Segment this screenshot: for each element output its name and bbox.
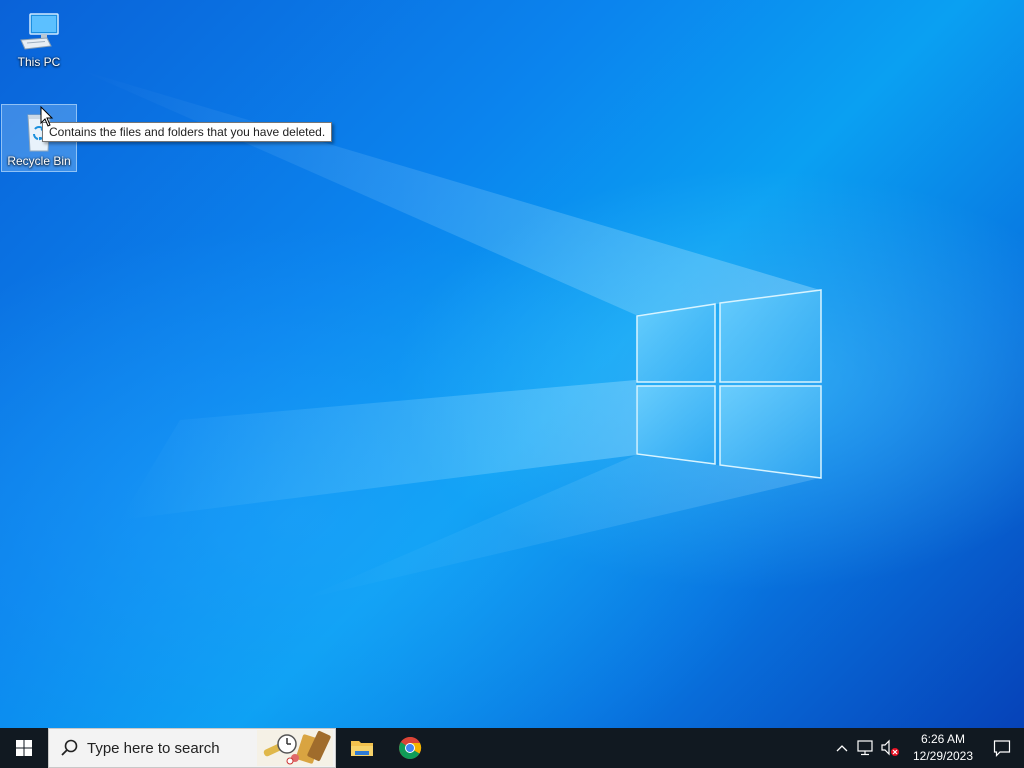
show-hidden-icons-button[interactable]: [830, 728, 854, 768]
network-icon: [857, 740, 873, 756]
start-button[interactable]: [0, 728, 48, 768]
taskbar: Type here to search 6:26 AM 12/29/2023: [0, 728, 1024, 768]
tooltip: Contains the files and folders that you …: [42, 122, 333, 142]
search-box[interactable]: Type here to search: [48, 728, 336, 768]
action-center-button[interactable]: [980, 728, 1024, 768]
computer-icon: [20, 13, 59, 50]
notification-icon: [993, 740, 1011, 757]
volume-muted-icon: [881, 739, 899, 756]
search-highlight-icon[interactable]: [257, 730, 333, 766]
chevron-up-icon: [836, 745, 848, 752]
windows-logo-icon: [16, 740, 32, 756]
chrome-icon: [399, 737, 422, 759]
volume-button[interactable]: [878, 728, 902, 768]
system-tray: 6:26 AM 12/29/2023: [830, 728, 1024, 768]
desktop-icon-label: Recycle Bin: [7, 154, 71, 168]
mouse-cursor-icon: [40, 106, 54, 127]
folder-icon: [351, 741, 373, 756]
search-input[interactable]: Type here to search: [87, 740, 220, 757]
clock[interactable]: 6:26 AM 12/29/2023: [906, 728, 980, 768]
clock-date: 12/29/2023: [912, 749, 974, 763]
desktop-wallpaper: [0, 0, 1024, 728]
desktop-icon-this-pc[interactable]: This PC: [1, 6, 77, 74]
wallpaper-light-beams: [80, 70, 820, 600]
windows-logo-wallpaper: [636, 289, 822, 479]
search-icon: [61, 739, 78, 756]
clock-time: 6:26 AM: [920, 732, 966, 746]
network-button[interactable]: [854, 728, 878, 768]
taskbar-file-explorer[interactable]: [338, 728, 386, 768]
taskbar-chrome[interactable]: [386, 728, 434, 768]
desktop-icon-label: This PC: [17, 55, 61, 69]
